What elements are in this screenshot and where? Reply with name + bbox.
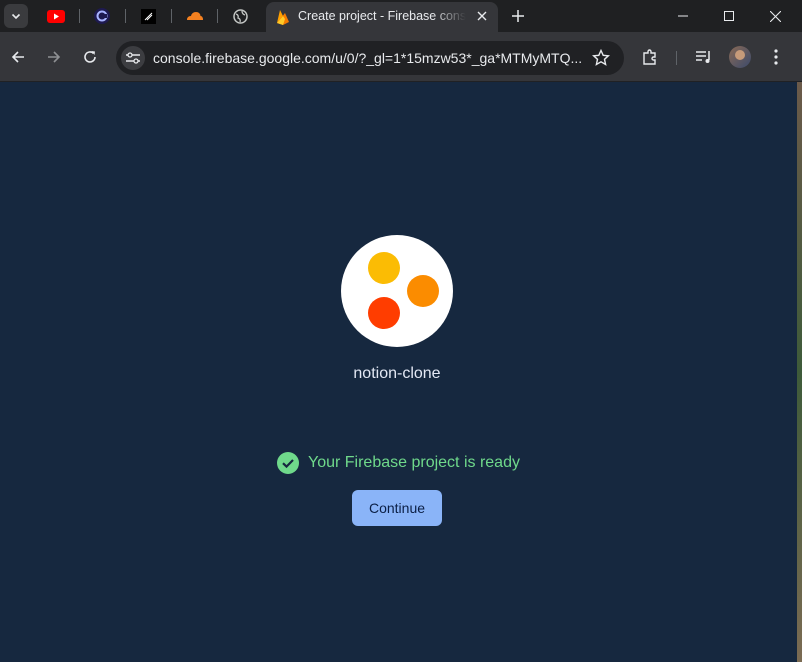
back-arrow-icon <box>11 51 24 63</box>
extensions-button[interactable] <box>639 46 661 68</box>
logo-dot-red <box>368 297 400 329</box>
address-bar[interactable]: console.firebase.google.com/u/0/?_gl=1*1… <box>116 41 624 75</box>
tab-separator <box>217 9 218 23</box>
tune-icon <box>126 52 140 64</box>
chevron-down-icon <box>11 13 21 20</box>
new-tab-button[interactable] <box>506 4 530 28</box>
url-text[interactable]: console.firebase.google.com/u/0/?_gl=1*1… <box>153 50 583 66</box>
active-tab[interactable]: Create project - Firebase console <box>266 2 498 32</box>
media-controls-button[interactable] <box>693 46 715 68</box>
pinned-tab-3[interactable] <box>128 4 168 28</box>
tab-separator <box>171 9 172 23</box>
close-icon <box>769 10 781 22</box>
pinned-tab-globe[interactable] <box>220 4 260 28</box>
profile-avatar[interactable] <box>729 46 751 68</box>
reload-button[interactable] <box>78 45 102 69</box>
more-vert-icon <box>774 49 778 65</box>
page-content: notion-clone Your Firebase project is re… <box>0 82 797 662</box>
project-logo <box>341 235 453 347</box>
tab-separator <box>125 9 126 23</box>
youtube-icon <box>47 9 65 23</box>
maximize-icon <box>724 11 734 21</box>
minimize-icon <box>678 15 688 17</box>
logo-dot-yellow <box>368 252 400 284</box>
ready-message: Your Firebase project is ready <box>308 454 520 471</box>
tab-strip: Create project - Firebase console <box>0 0 802 32</box>
slash-app-icon <box>140 8 156 24</box>
close-window-button[interactable] <box>752 0 798 32</box>
forward-arrow-icon <box>48 51 61 63</box>
globe-icon <box>232 8 248 24</box>
copilot-c-icon <box>94 8 110 24</box>
browser-toolbar: console.firebase.google.com/u/0/?_gl=1*1… <box>0 32 802 82</box>
pinned-tab-youtube[interactable] <box>36 4 76 28</box>
firebase-icon <box>276 9 290 30</box>
continue-button[interactable]: Continue <box>352 490 442 526</box>
check-circle-icon <box>277 452 299 474</box>
window-edge <box>797 82 802 662</box>
plus-icon <box>512 10 524 22</box>
pinned-tab-2[interactable] <box>82 4 122 28</box>
tab-title: Create project - Firebase console <box>298 9 466 23</box>
tab-separator <box>79 9 80 23</box>
browser-menu-button[interactable] <box>765 46 787 68</box>
bookmark-star-icon[interactable] <box>591 48 611 72</box>
back-button[interactable] <box>6 45 30 69</box>
toolbar-separator <box>676 51 677 65</box>
project-name: notion-clone <box>353 365 441 382</box>
ready-status: Your Firebase project is ready <box>277 451 520 475</box>
close-tab-icon[interactable] <box>474 8 490 24</box>
reload-icon <box>84 51 96 63</box>
tab-search-button[interactable] <box>4 4 28 28</box>
maximize-button[interactable] <box>706 0 752 32</box>
pinned-tab-cloudflare[interactable] <box>174 4 214 28</box>
playlist-music-icon <box>696 51 710 63</box>
minimize-button[interactable] <box>660 0 706 32</box>
forward-button[interactable] <box>42 45 66 69</box>
logo-dot-orange <box>407 275 439 307</box>
cloudflare-icon <box>187 12 203 20</box>
site-info-button[interactable] <box>121 46 145 70</box>
puzzle-icon <box>643 49 656 65</box>
